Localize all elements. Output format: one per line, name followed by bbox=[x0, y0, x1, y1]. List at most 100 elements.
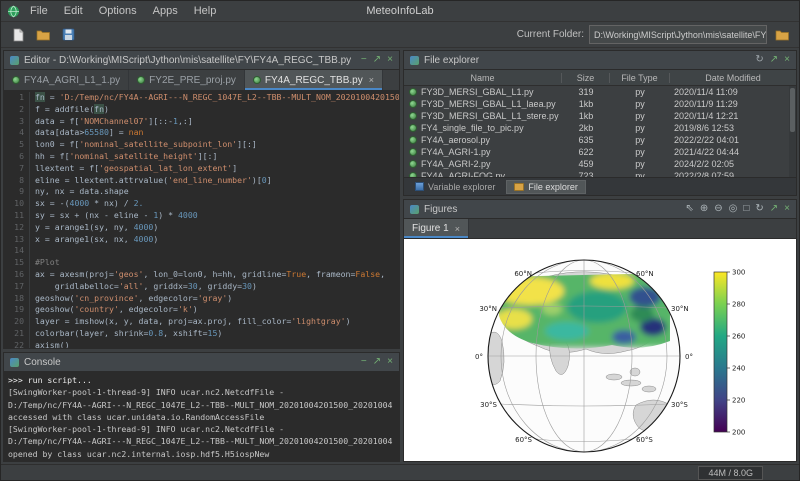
float-icon[interactable]: ↗ bbox=[373, 357, 381, 367]
column-name[interactable]: Name bbox=[404, 73, 562, 83]
minimize-icon[interactable]: − bbox=[361, 55, 367, 65]
console-output[interactable]: >>> run script...[SwingWorker-pool-1-thr… bbox=[4, 372, 399, 461]
file-explorer-header: File explorer ↻ ↗ × bbox=[404, 51, 796, 70]
code-line: 15#Plot bbox=[4, 257, 399, 269]
console-panel-header: Console − ↗ × bbox=[4, 353, 399, 372]
scrollbar[interactable] bbox=[789, 86, 796, 177]
current-folder-select[interactable]: D:\Working\MIScript\Jython\mis\satellite… bbox=[589, 25, 767, 44]
meteoinfolab-window: File Edit Options Apps Help MeteoInfoLab… bbox=[0, 0, 800, 481]
tab-variable-explorer[interactable]: Variable explorer bbox=[407, 180, 503, 194]
svg-text:30°S: 30°S bbox=[671, 401, 688, 409]
code-editor[interactable]: 1fn = 'D:/Temp/nc/FY4A--AGRI---N_REGC_10… bbox=[4, 91, 399, 348]
editor-tab-label: FY2E_PRE_proj.py bbox=[149, 75, 236, 86]
py-file-icon bbox=[409, 172, 417, 177]
zoom-out-icon[interactable]: ⊖ bbox=[714, 204, 722, 214]
explorer-tab-bar: Variable explorer File explorer bbox=[404, 177, 796, 195]
tab-label: File explorer bbox=[528, 182, 578, 192]
close-icon[interactable]: × bbox=[387, 357, 393, 367]
file-row[interactable]: FY4A_AGRI-2.py459py2024/2/2 02:05 bbox=[404, 158, 796, 170]
zoom-in-icon[interactable]: ⊕ bbox=[700, 204, 708, 214]
file-row[interactable]: FY3D_MERSI_GBAL_L1_stere.py1kbpy2020/11/… bbox=[404, 110, 796, 122]
code-line: 9ny, nx = data.shape bbox=[4, 186, 399, 198]
column-file-type[interactable]: File Type bbox=[610, 73, 670, 83]
menu-apps[interactable]: Apps bbox=[145, 5, 186, 17]
select-cursor-icon[interactable]: ⇖ bbox=[685, 204, 693, 214]
float-icon[interactable]: ↗ bbox=[770, 55, 778, 65]
figure-plot: 60°N 60°N 30°N 30°N 0° 0° 30°S 30°S 60°S… bbox=[404, 239, 794, 461]
file-row[interactable]: FY4A_AGRI-1.py622py2021/4/22 04:44 bbox=[404, 146, 796, 158]
scrollbar-thumb[interactable] bbox=[790, 88, 795, 132]
code-line: 10sx = -(4000 * nx) / 2. bbox=[4, 198, 399, 210]
figure-tab-1[interactable]: Figure 1 × bbox=[404, 219, 469, 238]
figure-tab-label: Figure 1 bbox=[412, 223, 449, 234]
file-row[interactable]: FY4A_AGRI-FOG.py723py2022/2/8 07:59 bbox=[404, 170, 796, 177]
code-line: 1fn = 'D:/Temp/nc/FY4A--AGRI---N_REGC_10… bbox=[4, 92, 399, 104]
code-line: 14 bbox=[4, 245, 399, 257]
tab-file-explorer[interactable]: File explorer bbox=[506, 180, 586, 194]
editor-tab-label: FY4A_REGC_TBB.py bbox=[265, 75, 363, 86]
close-icon[interactable]: × bbox=[784, 204, 790, 214]
code-line: 11sy = sx + (nx - eline - 1) * 4000 bbox=[4, 210, 399, 222]
menu-help[interactable]: Help bbox=[186, 5, 225, 17]
file-row[interactable]: FY3D_MERSI_GBAL_L1.py319py2020/11/4 11:0… bbox=[404, 86, 796, 98]
svg-text:300: 300 bbox=[732, 269, 745, 277]
console-panel-icon bbox=[10, 358, 19, 367]
editor-tab-label: FY4A_AGRI_L1_1.py bbox=[24, 75, 120, 86]
column-date-modified[interactable]: Date Modified bbox=[670, 73, 796, 83]
close-icon[interactable]: × bbox=[387, 55, 393, 65]
py-file-icon bbox=[137, 76, 145, 84]
menu-file[interactable]: File bbox=[22, 5, 56, 17]
svg-text:30°N: 30°N bbox=[479, 305, 497, 313]
status-bar: 44M / 8.0G bbox=[1, 464, 799, 480]
tab-label: Variable explorer bbox=[428, 182, 495, 192]
code-line: 8eline = llextent.attrvalue('end_line_nu… bbox=[4, 175, 399, 187]
file-explorer-panel: File explorer ↻ ↗ × Name Size File Type … bbox=[403, 50, 797, 196]
code-line: 18geoshow('cn_province', edgecolor='gray… bbox=[4, 293, 399, 305]
editor-tab-fy2e-pre-proj[interactable]: FY2E_PRE_proj.py bbox=[129, 70, 245, 90]
full-extent-icon[interactable]: □ bbox=[743, 204, 749, 214]
pan-icon[interactable]: ◎ bbox=[729, 204, 738, 214]
tab-close-icon[interactable]: × bbox=[369, 75, 374, 85]
float-icon[interactable]: ↗ bbox=[770, 204, 778, 214]
save-file-button[interactable] bbox=[58, 25, 78, 44]
editor-tab-fy4a-regc-tbb[interactable]: FY4A_REGC_TBB.py × bbox=[245, 70, 383, 90]
console-line: opened by class ucar.nc2.internal.iosp.h… bbox=[8, 448, 395, 460]
current-folder-label: Current Folder: bbox=[517, 29, 584, 40]
rotate-icon[interactable]: ↻ bbox=[755, 204, 763, 214]
variable-explorer-icon bbox=[415, 182, 424, 191]
svg-text:60°S: 60°S bbox=[636, 436, 653, 444]
minimize-icon[interactable]: − bbox=[361, 357, 367, 367]
figures-panel: Figures ⇖ ⊕ ⊖ ◎ □ ↻ ↗ × Figure 1 bbox=[403, 199, 797, 462]
close-icon[interactable]: × bbox=[784, 55, 790, 65]
open-file-button[interactable] bbox=[33, 25, 53, 44]
py-file-icon bbox=[409, 136, 417, 144]
file-row[interactable]: FY4_single_file_to_pic.py2kbpy2019/8/6 1… bbox=[404, 122, 796, 134]
svg-text:260: 260 bbox=[732, 333, 745, 341]
svg-text:30°S: 30°S bbox=[480, 401, 497, 409]
svg-text:60°S: 60°S bbox=[515, 436, 532, 444]
menu-bar: File Edit Options Apps Help MeteoInfoLab bbox=[1, 1, 799, 21]
column-size[interactable]: Size bbox=[562, 73, 610, 83]
py-file-icon bbox=[12, 76, 20, 84]
file-list[interactable]: FY3D_MERSI_GBAL_L1.py319py2020/11/4 11:0… bbox=[404, 86, 796, 177]
float-icon[interactable]: ↗ bbox=[373, 55, 381, 65]
figure-tab-bar: Figure 1 × bbox=[404, 219, 796, 239]
svg-text:280: 280 bbox=[732, 301, 745, 309]
browse-folder-button[interactable] bbox=[772, 25, 792, 44]
memory-indicator: 44M / 8.0G bbox=[698, 466, 763, 480]
file-row[interactable]: FY3D_MERSI_GBAL_L1_laea.py1kbpy2020/11/9… bbox=[404, 98, 796, 110]
code-line: 19geoshow('country', edgecolor='k') bbox=[4, 304, 399, 316]
new-file-button[interactable] bbox=[8, 25, 28, 44]
refresh-icon[interactable]: ↻ bbox=[755, 55, 763, 65]
figure-canvas[interactable]: 60°N 60°N 30°N 30°N 0° 0° 30°S 30°S 60°S… bbox=[404, 239, 796, 461]
code-line: 6hh = f['nominal_satellite_height'][:] bbox=[4, 151, 399, 163]
menu-edit[interactable]: Edit bbox=[56, 5, 91, 17]
menu-options[interactable]: Options bbox=[91, 5, 145, 17]
tab-close-icon[interactable]: × bbox=[455, 224, 460, 234]
file-explorer-icon bbox=[410, 56, 419, 65]
file-row[interactable]: FY4A_aerosol.py635py2022/2/22 04:01 bbox=[404, 134, 796, 146]
figures-panel-title: Figures bbox=[424, 204, 457, 215]
code-line: 16ax = axesm(proj='geos', lon_0=lon0, h=… bbox=[4, 269, 399, 281]
editor-tab-fy4a-agri-l1[interactable]: FY4A_AGRI_L1_1.py bbox=[4, 70, 129, 90]
code-line: 20layer = imshow(x, y, data, proj=ax.pro… bbox=[4, 316, 399, 328]
